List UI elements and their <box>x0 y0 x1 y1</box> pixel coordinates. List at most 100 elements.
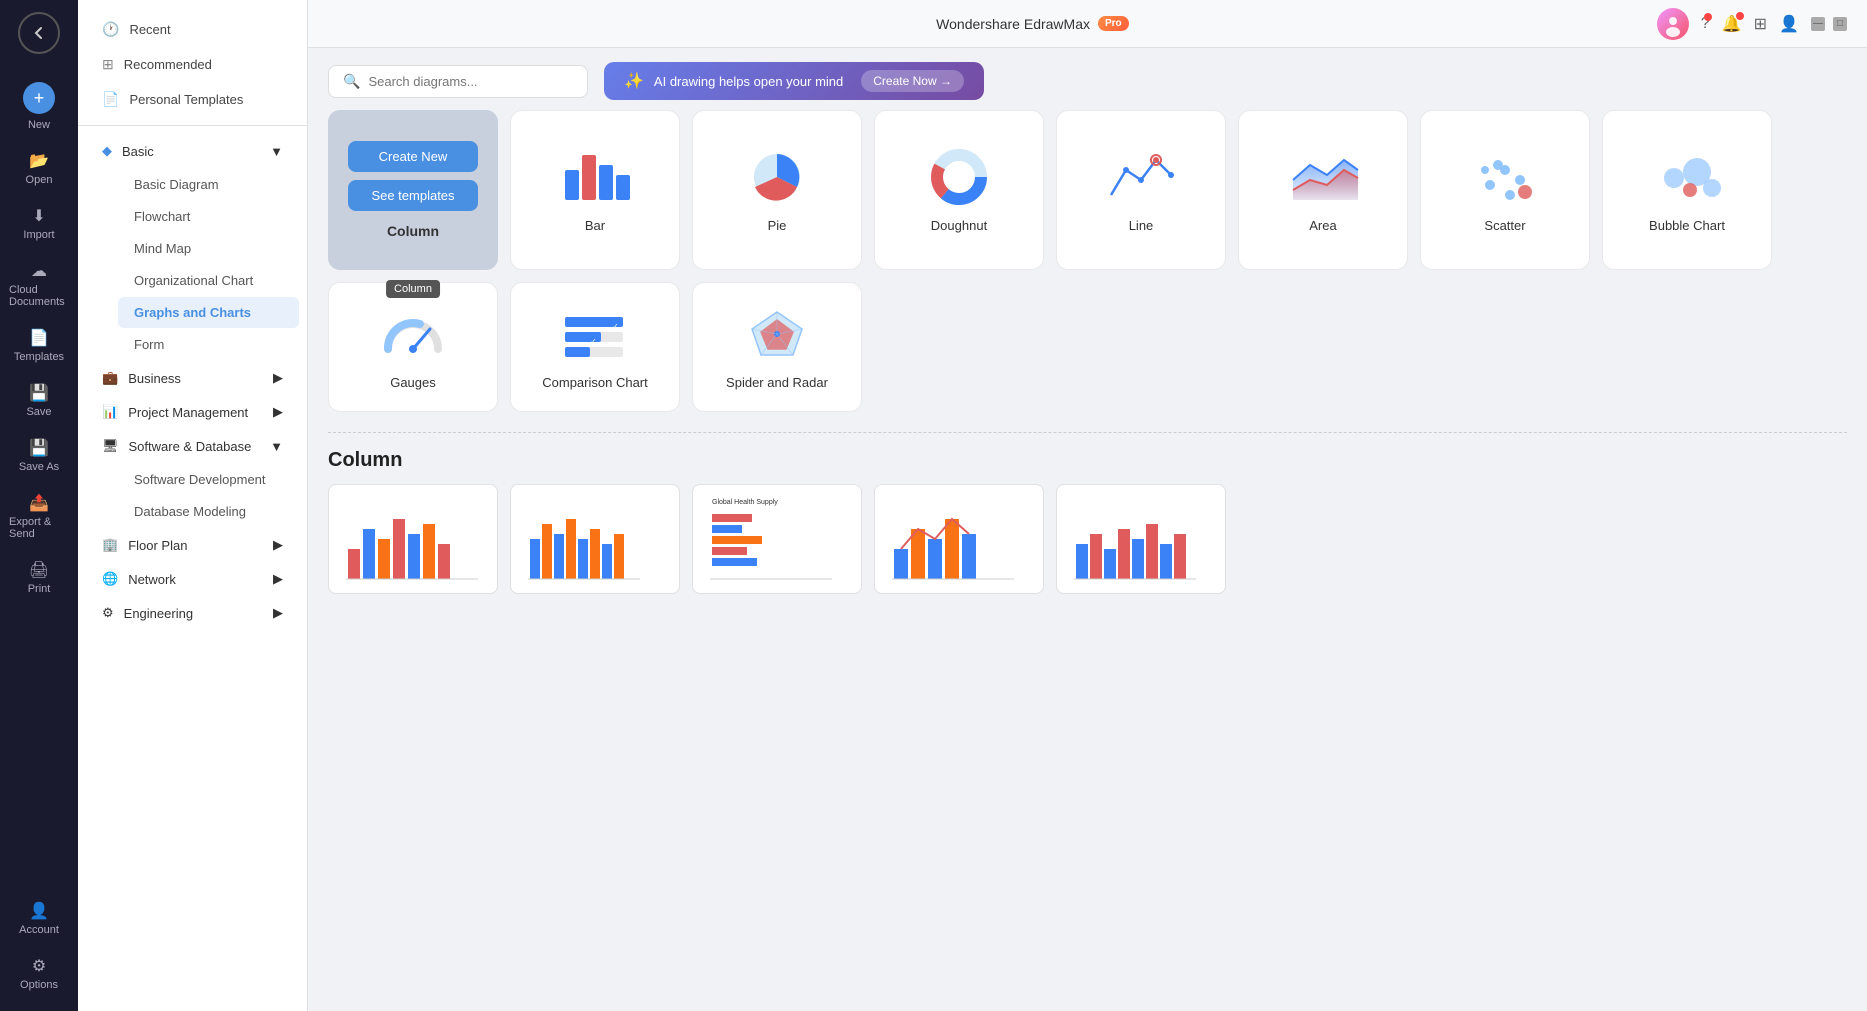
sidebar-personal[interactable]: 📄 Personal Templates <box>86 83 299 116</box>
back-button[interactable] <box>18 12 60 54</box>
area-chart-icon <box>1288 148 1358 208</box>
template-thumb-4[interactable] <box>874 484 1044 594</box>
minimize-button[interactable]: — <box>1811 17 1825 31</box>
help-button[interactable]: ? <box>1701 15 1710 33</box>
engineering-label: Engineering <box>124 606 193 621</box>
import-icon: ⬇ <box>32 206 45 226</box>
title-right-controls: ? 🔔 ⊞ 👤 — □ <box>1657 8 1847 40</box>
template-row: Global Health Supply <box>328 484 1847 602</box>
see-templates-button[interactable]: See templates <box>348 180 478 211</box>
chart-card-gauges[interactable]: Gauges <box>328 282 498 412</box>
svg-text:✓: ✓ <box>612 322 619 331</box>
sidebar-personal-label: Personal Templates <box>129 92 243 107</box>
line-card-label: Line <box>1129 218 1154 233</box>
mind-map-label: Mind Map <box>134 241 191 256</box>
chart-card-pie[interactable]: Pie <box>692 110 862 270</box>
nav-save-as[interactable]: 💾 Save As <box>3 430 75 481</box>
software-dev-label: Software Development <box>134 472 266 487</box>
template-thumb-5[interactable] <box>1056 484 1226 594</box>
search-ai-bar: 🔍 ✨ AI drawing helps open your mind Crea… <box>308 48 1867 110</box>
sidebar-basic-diagram[interactable]: Basic Diagram <box>118 169 299 200</box>
sidebar-recent-label: Recent <box>129 22 170 37</box>
nav-print[interactable]: 🖨 Print <box>3 552 75 603</box>
project-chevron: ▶ <box>273 404 283 420</box>
sidebar-graphs-charts[interactable]: Graphs and Charts <box>118 297 299 328</box>
template-thumb-1[interactable] <box>328 484 498 594</box>
network-icon: 🌐 <box>102 571 118 587</box>
export-icon: 📤 <box>29 493 49 513</box>
cloud-icon: ☁ <box>31 261 47 281</box>
chart-card-line[interactable]: Line <box>1056 110 1226 270</box>
business-label: Business <box>128 371 181 386</box>
spider-card-label: Spider and Radar <box>726 375 828 390</box>
sidebar-org-chart[interactable]: Organizational Chart <box>118 265 299 296</box>
chart-card-area[interactable]: Area <box>1238 110 1408 270</box>
create-new-button[interactable]: Create New <box>348 141 478 172</box>
sidebar-category-floor-plan[interactable]: 🏢 Floor Plan ▶ <box>86 529 299 561</box>
nav-save[interactable]: 💾 Save <box>3 375 75 426</box>
help-badge <box>1704 13 1712 21</box>
ai-banner[interactable]: ✨ AI drawing helps open your mind Create… <box>604 62 984 100</box>
sidebar-category-network[interactable]: 🌐 Network ▶ <box>86 563 299 595</box>
account-icon: 👤 <box>29 901 49 921</box>
search-input[interactable] <box>368 74 558 89</box>
bell-button[interactable]: 🔔 <box>1722 14 1742 34</box>
nav-account-label: Account <box>19 924 59 936</box>
basic-chevron-icon: ▼ <box>270 144 283 159</box>
nav-new-label: New <box>28 119 50 131</box>
sidebar-flowchart[interactable]: Flowchart <box>118 201 299 232</box>
sidebar-recommended[interactable]: ⊞ Recommended <box>86 48 299 81</box>
chart-card-bubble[interactable]: Bubble Chart <box>1602 110 1772 270</box>
chart-card-scatter[interactable]: Scatter <box>1420 110 1590 270</box>
window-controls: — □ <box>1811 17 1847 31</box>
pie-chart-icon <box>742 148 812 208</box>
floor-plan-icon: 🏢 <box>102 537 118 553</box>
user-avatar[interactable] <box>1657 8 1689 40</box>
template-thumb-2[interactable] <box>510 484 680 594</box>
scatter-chart-icon <box>1470 148 1540 208</box>
nav-new[interactable]: + New <box>3 74 75 139</box>
chart-card-comparison[interactable]: ✓ ✓ Comparison Chart <box>510 282 680 412</box>
maximize-button[interactable]: □ <box>1833 17 1847 31</box>
engineering-chevron: ▶ <box>273 605 283 621</box>
search-box[interactable]: 🔍 <box>328 65 588 98</box>
sidebar-database[interactable]: Database Modeling <box>118 496 299 527</box>
sidebar-form[interactable]: Form <box>118 329 299 360</box>
nav-export[interactable]: 📤 Export & Send <box>3 485 75 548</box>
sidebar-category-business[interactable]: 💼 Business ▶ <box>86 362 299 394</box>
sidebar-category-software[interactable]: 🖥 Software & Database ▼ <box>86 430 299 462</box>
nav-options[interactable]: ⚙ Options <box>3 948 75 999</box>
nav-templates[interactable]: 📄 Templates <box>3 320 75 371</box>
sidebar-software-dev[interactable]: Software Development <box>118 464 299 495</box>
bar-chart-icon <box>560 148 630 208</box>
basic-diamond-icon: ◆ <box>102 143 112 159</box>
app-title-group: Wondershare EdrawMax Pro <box>936 16 1128 32</box>
print-icon: 🖨 <box>29 560 49 580</box>
sidebar-category-engineering[interactable]: ⚙ Engineering ▶ <box>86 597 299 629</box>
sidebar-mind-map[interactable]: Mind Map <box>118 233 299 264</box>
chart-card-spider[interactable]: Spider and Radar <box>692 282 862 412</box>
chart-card-column[interactable]: Create New See templates Column Column <box>328 110 498 270</box>
chart-grid-scroll: Create New See templates Column Column B… <box>308 110 1867 1011</box>
nav-import[interactable]: ⬇ Import <box>3 198 75 249</box>
ai-icon: ✨ <box>624 71 644 91</box>
chart-card-bar[interactable]: Bar <box>510 110 680 270</box>
sidebar-category-project[interactable]: 📊 Project Management ▶ <box>86 396 299 428</box>
ai-create-now[interactable]: Create Now → <box>861 70 964 92</box>
bubble-chart-icon <box>1652 148 1722 208</box>
sidebar-recent[interactable]: 🕐 Recent <box>86 13 299 46</box>
column-tooltip: Column <box>386 280 440 298</box>
chart-card-doughnut[interactable]: Doughnut <box>874 110 1044 270</box>
section-divider <box>328 432 1847 433</box>
pro-badge: Pro <box>1098 16 1129 31</box>
nav-cloud[interactable]: ☁ Cloud Documents <box>3 253 75 316</box>
user-menu-button[interactable]: 👤 <box>1779 14 1799 34</box>
sidebar-category-basic[interactable]: ◆ Basic ▼ <box>86 135 299 167</box>
open-icon: 📂 <box>29 151 49 171</box>
template-thumb-3[interactable]: Global Health Supply <box>692 484 862 594</box>
doughnut-card-label: Doughnut <box>931 218 987 233</box>
nav-account[interactable]: 👤 Account <box>3 893 75 944</box>
nav-open[interactable]: 📂 Open <box>3 143 75 194</box>
grid-button[interactable]: ⊞ <box>1754 14 1767 34</box>
save-as-icon: 💾 <box>29 438 49 458</box>
